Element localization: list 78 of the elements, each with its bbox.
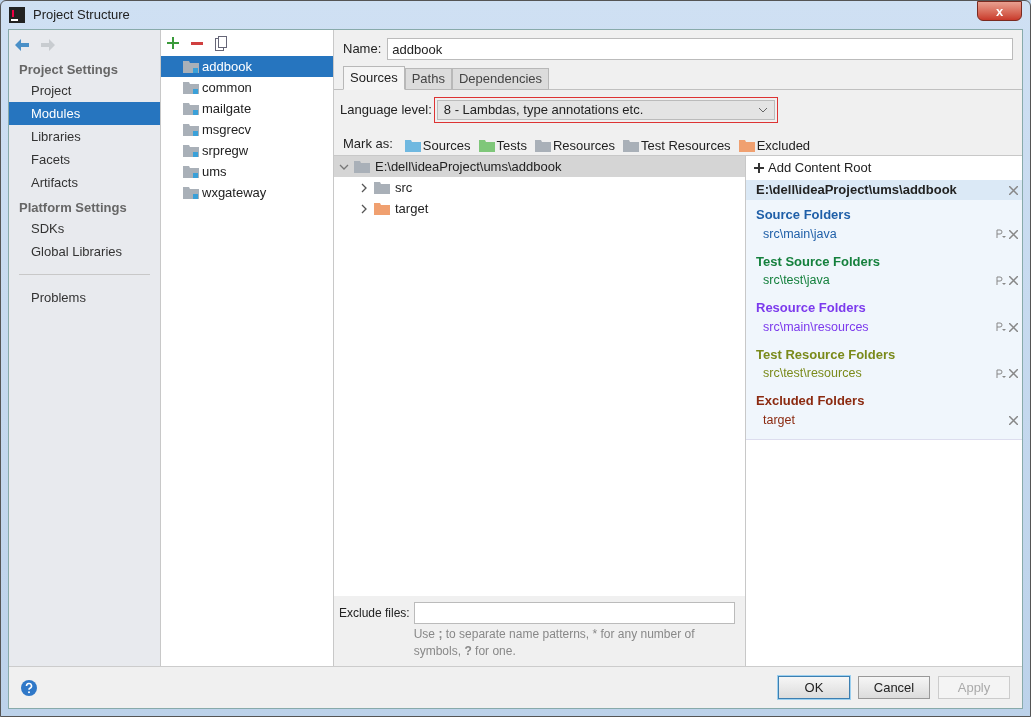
folder-group-title: Test Resource Folders [755,345,897,364]
module-folder-icon [183,81,199,94]
tab[interactable]: Sources [343,66,405,90]
language-level-dropdown[interactable]: 8 - Lambdas, type annotations etc. [436,100,775,120]
folder-group-title: Source Folders [755,206,852,224]
folder-group-title: Test Source Folders [755,252,881,271]
tab[interactable]: Paths [404,68,452,90]
nav-item[interactable]: Modules [9,102,160,125]
language-level-label: Language level: [340,101,432,120]
module-folder-icon [183,102,199,115]
name-label: Name: [343,40,382,59]
add-icon [754,163,764,173]
nav-item[interactable]: Facets [9,148,160,171]
mark-as-button[interactable]: Resources [534,131,616,156]
close-icon[interactable] [1009,322,1018,332]
folder-path: src\test\resources [763,365,863,383]
nav-item[interactable]: Problems [9,286,160,309]
mark-as-button[interactable]: Excluded [738,131,811,156]
mark-as-label: Mark as: [343,134,393,153]
properties-icon[interactable] [996,275,1006,286]
exclude-files-field[interactable] [413,602,735,624]
close-icon[interactable] [1009,229,1018,239]
folder-group-title: Resource Folders [755,299,867,317]
close-icon[interactable] [1009,415,1018,425]
dialog-button[interactable]: OK [778,676,850,699]
app-icon [9,7,25,23]
copy-icon[interactable] [215,35,227,51]
exclude-files-label: Exclude files: [339,605,410,622]
folder-group-title: Excluded Folders [755,392,866,410]
exclude-files-hint: Use ; to separate name patterns, * for any number of symbols, ? for one. [413,626,696,660]
section-heading: Platform Settings [18,199,128,217]
properties-icon[interactable] [996,229,1006,239]
folder-path: src\main\resources [763,318,870,336]
module-item[interactable]: mailgate [161,98,333,119]
add-content-root-button[interactable]: Add Content Root [746,156,1022,180]
mark-as-button[interactable]: Test Resources [623,131,731,156]
section-heading: Project Settings [18,61,119,79]
nav-item[interactable]: Libraries [9,125,160,148]
tree-row[interactable]: E:\dell\ideaProject\ums\addbook [334,156,745,177]
folder-path: src\main\java [763,225,838,243]
dialog-button[interactable]: Cancel [858,676,930,699]
close-icon[interactable] [1009,369,1018,378]
add-icon[interactable] [167,37,179,49]
close-icon[interactable] [1009,276,1018,285]
module-item[interactable]: common [161,77,333,98]
module-item[interactable]: srpregw [161,140,333,161]
content-root-path: E:\dell\ideaProject\ums\addbook [756,181,958,200]
module-folder-icon [183,165,199,178]
module-folder-icon [183,186,199,199]
tab[interactable]: Dependencies [451,68,550,90]
properties-icon[interactable] [996,368,1006,379]
folder-path: target [763,411,796,429]
nav-item[interactable]: Project [9,79,160,102]
tree-row[interactable]: target [334,198,745,219]
module-folder-icon [183,60,199,73]
module-item[interactable]: ums [161,161,333,182]
properties-icon[interactable] [996,322,1006,332]
window-title: Project Structure [33,6,130,25]
module-item[interactable]: addbook [161,56,333,77]
remove-icon[interactable] [191,41,203,45]
mark-as-button[interactable]: Tests [478,131,527,156]
nav-item[interactable]: Global Libraries [9,240,160,263]
nav-item[interactable]: SDKs [9,217,160,240]
module-folder-icon [183,123,199,136]
close-icon[interactable] [1009,185,1018,195]
tree-row[interactable]: src [334,177,745,198]
chevron-right-icon[interactable] [359,203,369,214]
chevron-right-icon[interactable] [359,182,369,193]
module-item[interactable]: wxgateway [161,182,333,203]
help-icon[interactable] [21,679,37,696]
back-arrow-icon[interactable] [15,39,29,51]
mark-as-button[interactable]: Sources [404,131,471,156]
module-folder-icon [183,144,199,157]
nav-item[interactable]: Artifacts [9,171,160,194]
chevron-down-icon [757,107,768,113]
name-field[interactable]: addbook [387,38,1013,60]
folder-path: src\test\java [763,272,831,290]
module-item[interactable]: msgrecv [161,119,333,140]
